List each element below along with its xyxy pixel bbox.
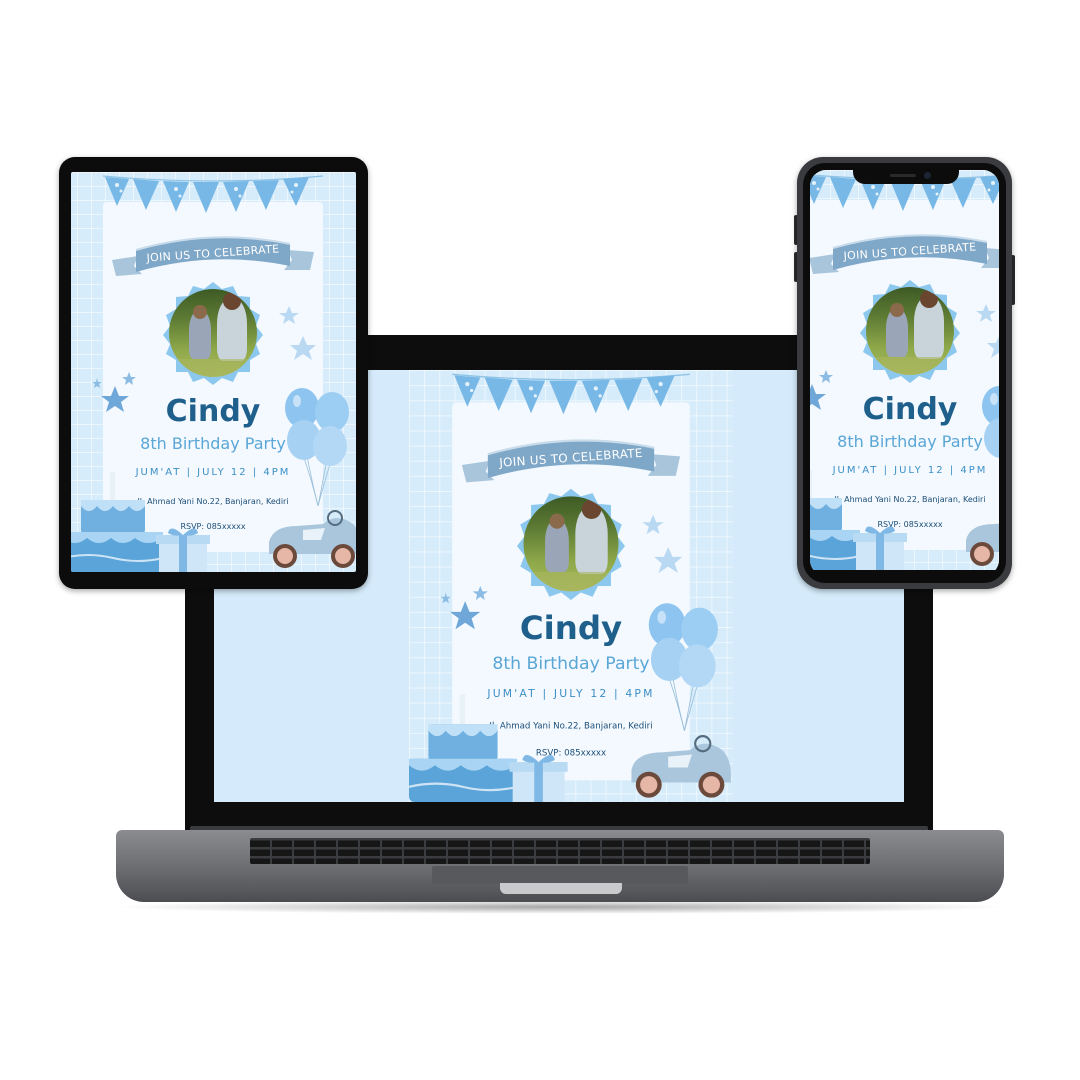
laptop-shadow — [110, 900, 1010, 914]
gift-icon — [509, 754, 568, 802]
balloon-icon — [982, 386, 999, 458]
child-photo — [866, 287, 954, 375]
toy-car-icon — [966, 523, 999, 566]
phone-speaker — [890, 174, 916, 177]
star-icon — [642, 514, 683, 574]
gift-icon — [156, 528, 210, 572]
photo-frame — [857, 278, 963, 384]
bunting-icon — [452, 373, 690, 415]
phone-invitation: JOIN US TO CELEBRATE Cindy 8th Birthday … — [810, 170, 999, 576]
laptop-touchpad — [432, 866, 688, 884]
balloon-icon — [285, 388, 349, 507]
party-subtitle: 8th Birthday Party — [837, 432, 983, 451]
photo-frame — [160, 280, 266, 386]
laptop-invitation: JOIN US TO CELEBRATE Cindy 8th Birthday … — [409, 370, 733, 802]
star-icon — [279, 306, 316, 360]
phone-screen: JOIN US TO CELEBRATE Cindy 8th Birthday … — [810, 170, 999, 576]
toy-car-icon — [269, 510, 356, 568]
invitation-card: JOIN US TO CELEBRATE Cindy 8th Birthday … — [409, 370, 733, 802]
laptop-keyboard — [250, 838, 870, 864]
laptop-notch — [500, 883, 622, 894]
toy-car-icon — [631, 735, 731, 798]
camera-icon — [924, 172, 931, 179]
bunting-icon — [103, 175, 323, 213]
child-photo — [523, 496, 619, 592]
gift-icon — [853, 526, 907, 570]
star-icon — [440, 586, 488, 630]
invitation-card: JOIN US TO CELEBRATE Cindy 8th Birthday … — [71, 172, 356, 572]
star-icon — [810, 370, 833, 410]
balloon-icon — [648, 603, 718, 731]
star-icon — [92, 372, 136, 412]
tablet-invitation: JOIN US TO CELEBRATE Cindy 8th Birthday … — [71, 172, 356, 572]
photo-frame — [514, 487, 628, 601]
invitation-card: JOIN US TO CELEBRATE Cindy 8th Birthday … — [810, 170, 999, 570]
child-photo — [169, 289, 257, 377]
star-icon — [976, 304, 999, 358]
tablet-screen: JOIN US TO CELEBRATE Cindy 8th Birthday … — [71, 172, 356, 572]
